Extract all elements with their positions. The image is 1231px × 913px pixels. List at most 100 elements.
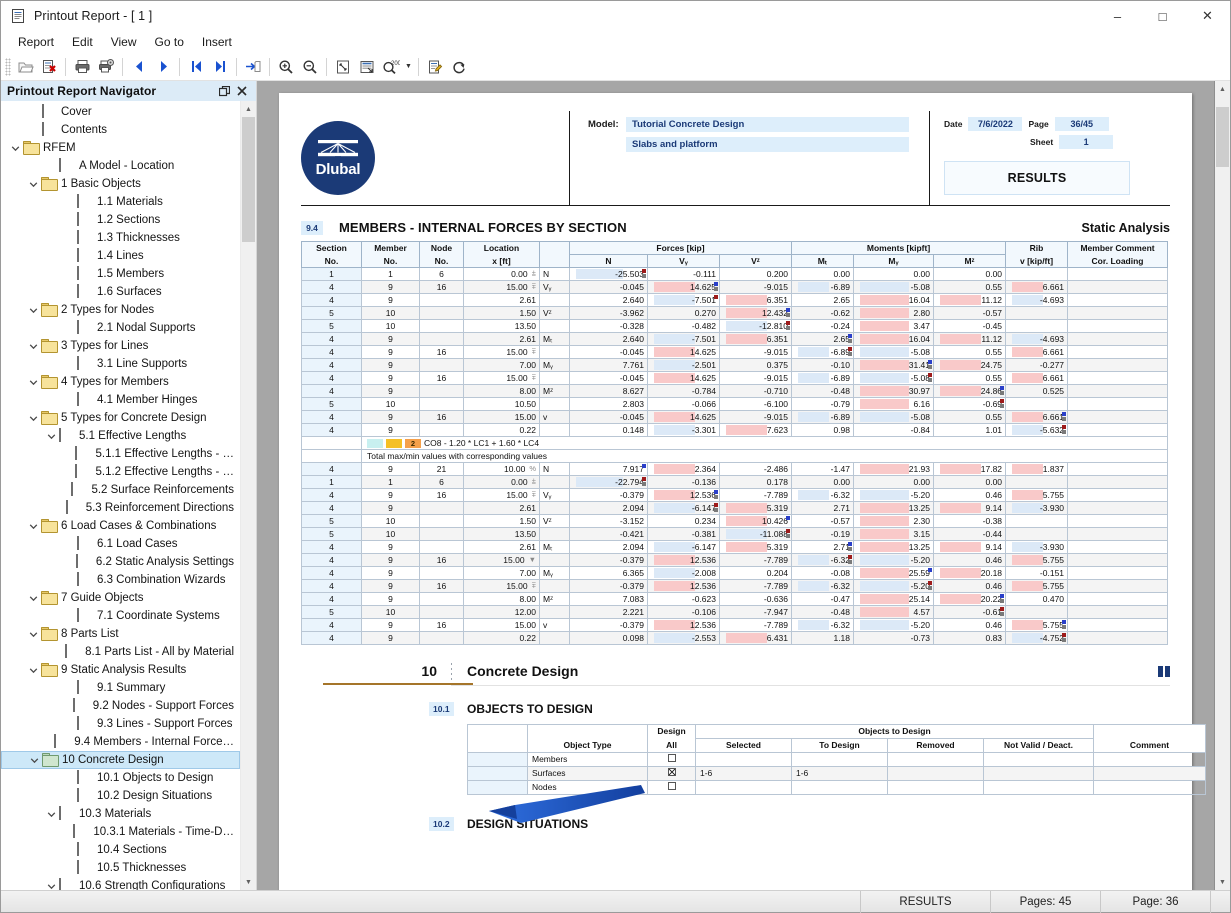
status-resize-grip[interactable] bbox=[1210, 890, 1230, 913]
expand-toggle-icon[interactable] bbox=[25, 517, 41, 535]
navigator-tree[interactable]: Cover Contents RFEM A Model - Location 1 Bas… bbox=[1, 101, 240, 890]
navigator-item-6-2-static-analysis-settings[interactable]: 6.2 Static Analysis Settings bbox=[1, 553, 240, 571]
document-view[interactable]: Dlubal Model: Tutorial Concrete Design S… bbox=[257, 81, 1230, 890]
navigator-item-5-types-for-concrete-design[interactable]: 5 Types for Concrete Design bbox=[1, 409, 240, 427]
zoom-in-icon[interactable] bbox=[274, 55, 298, 79]
expand-toggle-icon[interactable] bbox=[25, 373, 41, 391]
expand-toggle-icon[interactable] bbox=[25, 625, 41, 643]
ot-cell-design-all[interactable] bbox=[647, 780, 696, 795]
navigator-item-6-3-combination-wizards[interactable]: 6.3 Combination Wizards bbox=[1, 571, 240, 589]
navigator-item-1-2-sections[interactable]: 1.2 Sections bbox=[1, 211, 240, 229]
expand-toggle-icon[interactable] bbox=[25, 337, 41, 355]
last-page-icon[interactable] bbox=[208, 55, 232, 79]
first-page-icon[interactable] bbox=[184, 55, 208, 79]
navigator-item-10-3-materials[interactable]: 10.3 Materials bbox=[1, 805, 240, 823]
expand-toggle-icon[interactable] bbox=[43, 805, 59, 823]
fit-width-icon[interactable] bbox=[355, 55, 379, 79]
design-all-checkbox[interactable] bbox=[667, 768, 676, 776]
scroll-up-icon[interactable]: ▲ bbox=[241, 101, 256, 117]
navigator-item-9-3-lines-support-forces[interactable]: 9.3 Lines - Support Forces bbox=[1, 715, 240, 733]
close-navigator-icon[interactable] bbox=[234, 83, 250, 99]
go-to-page-icon[interactable] bbox=[241, 55, 265, 79]
navigator-item-9-static-analysis-results[interactable]: 9 Static Analysis Results bbox=[1, 661, 240, 679]
navigator-item-9-4-members-internal-force[interactable]: 9.4 Members - Internal Force… bbox=[1, 733, 240, 751]
menu-insert[interactable]: Insert bbox=[193, 33, 241, 51]
scroll-track[interactable] bbox=[241, 117, 256, 874]
navigator-item-4-types-for-members[interactable]: 4 Types for Members bbox=[1, 373, 240, 391]
navigator-item-1-3-thicknesses[interactable]: 1.3 Thicknesses bbox=[1, 229, 240, 247]
navigator-item-10-2-design-situations[interactable]: 10.2 Design Situations bbox=[1, 787, 240, 805]
navigator-item-cover[interactable]: Cover bbox=[1, 103, 240, 121]
navigator-item-3-types-for-lines[interactable]: 3 Types for Lines bbox=[1, 337, 240, 355]
navigator-item-5-1-2-effective-lengths[interactable]: 5.1.2 Effective Lengths - … bbox=[1, 463, 240, 481]
navigator-item-5-1-effective-lengths[interactable]: 5.1 Effective Lengths bbox=[1, 427, 240, 445]
print-icon[interactable] bbox=[70, 55, 94, 79]
navigator-item-4-1-member-hinges[interactable]: 4.1 Member Hinges bbox=[1, 391, 240, 409]
navigator-item-2-1-nodal-supports[interactable]: 2.1 Nodal Supports bbox=[1, 319, 240, 337]
maximize-button[interactable]: □ bbox=[1140, 1, 1185, 32]
navigator-item-7-1-coordinate-systems[interactable]: 7.1 Coordinate Systems bbox=[1, 607, 240, 625]
navigator-item-a-model-location[interactable]: A Model - Location bbox=[1, 157, 240, 175]
navigator-scrollbar[interactable]: ▲ ▼ bbox=[240, 101, 256, 890]
expand-toggle-icon[interactable] bbox=[43, 877, 59, 890]
expand-toggle-icon[interactable] bbox=[26, 751, 42, 769]
navigator-item-5-3-reinforcement-directions[interactable]: 5.3 Reinforcement Directions bbox=[1, 499, 240, 517]
navigator-item-10-concrete-design[interactable]: 10 Concrete Design bbox=[1, 751, 240, 769]
navigator-item-1-5-members[interactable]: 1.5 Members bbox=[1, 265, 240, 283]
navigator-item-contents[interactable]: Contents bbox=[1, 121, 240, 139]
undock-icon[interactable] bbox=[216, 83, 232, 99]
expand-toggle-icon[interactable] bbox=[25, 409, 41, 427]
navigator-item-5-1-1-effective-lengths[interactable]: 5.1.1 Effective Lengths - … bbox=[1, 445, 240, 463]
navigator-item-10-3-1-materials-time-d[interactable]: 10.3.1 Materials - Time-D… bbox=[1, 823, 240, 841]
doc-scroll-track[interactable] bbox=[1215, 97, 1230, 874]
navigator-item-rfem[interactable]: RFEM bbox=[1, 139, 240, 157]
ot-cell-design-all[interactable] bbox=[647, 752, 696, 767]
navigator-item-1-basic-objects[interactable]: 1 Basic Objects bbox=[1, 175, 240, 193]
close-button[interactable]: ✕ bbox=[1185, 1, 1230, 32]
fit-page-icon[interactable] bbox=[331, 55, 355, 79]
next-page-icon[interactable] bbox=[151, 55, 175, 79]
navigator-item-8-1-parts-list-all-by-material[interactable]: 8.1 Parts List - All by Material bbox=[1, 643, 240, 661]
menu-edit[interactable]: Edit bbox=[63, 33, 102, 51]
navigator-item-1-1-materials[interactable]: 1.1 Materials bbox=[1, 193, 240, 211]
delete-report-icon[interactable] bbox=[37, 55, 61, 79]
navigator-item-7-guide-objects[interactable]: 7 Guide Objects bbox=[1, 589, 240, 607]
toolbar-grip[interactable] bbox=[5, 57, 11, 76]
expand-toggle-icon[interactable] bbox=[25, 661, 41, 679]
navigator-item-10-5-thicknesses[interactable]: 10.5 Thicknesses bbox=[1, 859, 240, 877]
expand-toggle-icon[interactable] bbox=[25, 589, 41, 607]
minimize-button[interactable]: – bbox=[1095, 1, 1140, 32]
navigator-item-5-2-surface-reinforcements[interactable]: 5.2 Surface Reinforcements bbox=[1, 481, 240, 499]
menu-view[interactable]: View bbox=[102, 33, 146, 51]
print-settings-icon[interactable] bbox=[94, 55, 118, 79]
open-report-icon[interactable] bbox=[13, 55, 37, 79]
zoom-level-icon[interactable]: 200 bbox=[379, 55, 403, 79]
document-scrollbar[interactable]: ▲ ▼ bbox=[1214, 81, 1230, 890]
doc-scroll-up-icon[interactable]: ▲ bbox=[1215, 81, 1230, 97]
expand-toggle-icon[interactable] bbox=[7, 139, 23, 157]
edit-report-icon[interactable] bbox=[423, 55, 447, 79]
navigator-item-10-1-objects-to-design[interactable]: 10.1 Objects to Design bbox=[1, 769, 240, 787]
menu-report[interactable]: Report bbox=[9, 33, 63, 51]
menu-goto[interactable]: Go to bbox=[146, 33, 193, 51]
refresh-icon[interactable] bbox=[447, 55, 471, 79]
navigator-item-1-6-surfaces[interactable]: 1.6 Surfaces bbox=[1, 283, 240, 301]
navigator-item-9-1-summary[interactable]: 9.1 Summary bbox=[1, 679, 240, 697]
navigator-item-1-4-lines[interactable]: 1.4 Lines bbox=[1, 247, 240, 265]
doc-scroll-thumb[interactable] bbox=[1216, 107, 1229, 167]
scroll-down-icon[interactable]: ▼ bbox=[241, 874, 256, 890]
previous-page-icon[interactable] bbox=[127, 55, 151, 79]
navigator-item-8-parts-list[interactable]: 8 Parts List bbox=[1, 625, 240, 643]
zoom-out-icon[interactable] bbox=[298, 55, 322, 79]
navigator-item-10-6-strength-configurations[interactable]: 10.6 Strength Configurations bbox=[1, 877, 240, 890]
ot-cell-design-all[interactable] bbox=[647, 766, 696, 781]
navigator-item-2-types-for-nodes[interactable]: 2 Types for Nodes bbox=[1, 301, 240, 319]
navigator-item-9-2-nodes-support-forces[interactable]: 9.2 Nodes - Support Forces bbox=[1, 697, 240, 715]
expand-toggle-icon[interactable] bbox=[25, 175, 41, 193]
design-all-checkbox[interactable] bbox=[667, 754, 676, 762]
expand-toggle-icon[interactable] bbox=[43, 427, 59, 445]
navigator-item-3-1-line-supports[interactable]: 3.1 Line Supports bbox=[1, 355, 240, 373]
expand-toggle-icon[interactable] bbox=[25, 301, 41, 319]
navigator-item-6-load-cases-combinations[interactable]: 6 Load Cases & Combinations bbox=[1, 517, 240, 535]
navigator-item-6-1-load-cases[interactable]: 6.1 Load Cases bbox=[1, 535, 240, 553]
